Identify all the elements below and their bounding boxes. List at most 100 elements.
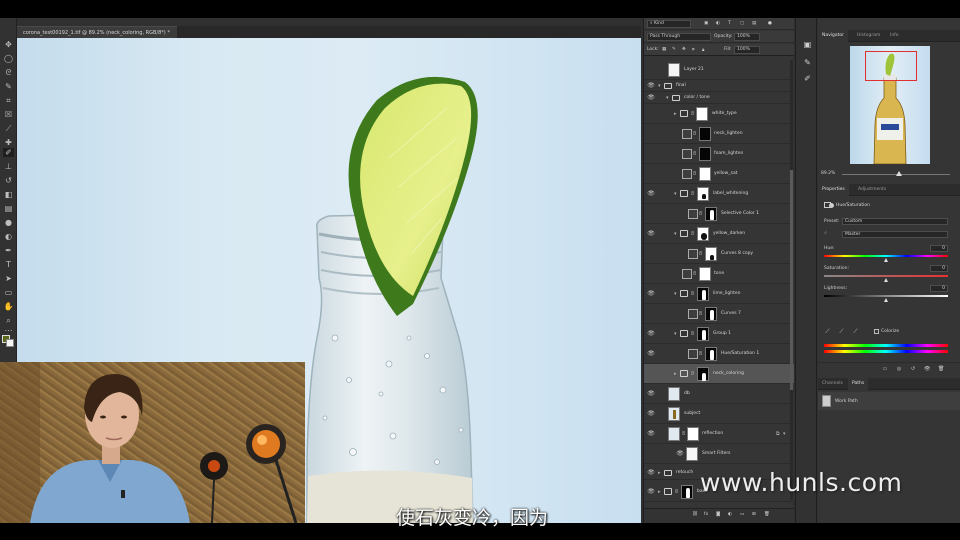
- visibility-eye-icon[interactable]: 👁︎: [647, 330, 655, 338]
- channel-select[interactable]: Master: [842, 231, 948, 238]
- hand-target-icon[interactable]: ☝: [824, 231, 827, 236]
- new-layer-icon[interactable]: ⊞: [752, 512, 756, 517]
- lock-all-icon[interactable]: 🔒︎: [702, 47, 704, 53]
- tool-presets-icon[interactable]: ✐: [803, 74, 812, 83]
- visibility-eye-icon[interactable]: 👁︎: [647, 230, 655, 238]
- navigator-view-box[interactable]: [865, 51, 917, 81]
- lightness-slider[interactable]: [824, 295, 948, 297]
- navigator-preview[interactable]: [850, 46, 930, 164]
- layer-row[interactable]: 👁︎ ▾ 8 label_whitening: [644, 184, 794, 204]
- dodge-tool-icon[interactable]: ◐: [3, 232, 14, 241]
- background-color-swatch[interactable]: [6, 339, 14, 347]
- move-tool-icon[interactable]: ✥: [3, 40, 14, 49]
- layer-row[interactable]: 👁︎ ▾ 8 Group 1: [644, 324, 794, 344]
- tab-navigator[interactable]: Navigator: [818, 30, 849, 42]
- blend-mode-select[interactable]: Pass Through: [647, 33, 711, 41]
- add-mask-icon[interactable]: ◙: [716, 512, 720, 517]
- tab-channels[interactable]: Channels: [818, 378, 847, 390]
- brush-tool-icon[interactable]: ✐: [3, 148, 14, 157]
- hand-tool-icon[interactable]: ✋: [3, 302, 14, 311]
- zoom-value[interactable]: 89.2%: [821, 171, 835, 176]
- eyedropper-minus-icon[interactable]: ⟋: [852, 328, 859, 335]
- tab-info[interactable]: Info: [886, 30, 903, 42]
- hue-slider[interactable]: [824, 255, 948, 257]
- lock-paint-icon[interactable]: ✎: [672, 47, 676, 52]
- chevron-right-icon[interactable]: ▸: [674, 371, 679, 377]
- saturation-slider-handle[interactable]: [884, 278, 888, 282]
- eyedropper-plus-icon[interactable]: ⟋: [838, 328, 845, 335]
- visibility-eye-icon[interactable]: 👁︎: [647, 410, 655, 418]
- mask-icon[interactable]: [829, 203, 834, 208]
- layer-row-selected[interactable]: ▸ 8 neck_coloring: [644, 364, 794, 384]
- layer-row[interactable]: 👁︎ Smart Filters: [644, 444, 794, 464]
- lightness-slider-handle[interactable]: [884, 298, 888, 302]
- lock-pixels-icon[interactable]: ▦: [662, 47, 666, 52]
- view-previous-icon[interactable]: ◎: [896, 366, 902, 372]
- visibility-eye-icon[interactable]: 👁︎: [676, 450, 684, 458]
- filter-toggle-icon[interactable]: ●: [768, 21, 772, 26]
- hue-slider-handle[interactable]: [884, 258, 888, 262]
- visibility-eye-icon[interactable]: 👁︎: [647, 290, 655, 298]
- brush-settings-icon[interactable]: ✎: [803, 58, 812, 67]
- colorize-checkbox[interactable]: [874, 329, 879, 334]
- tab-paths[interactable]: Paths: [848, 378, 869, 390]
- history-brush-tool-icon[interactable]: ↺: [3, 176, 14, 185]
- layer-style-icon[interactable]: fx: [704, 512, 708, 517]
- layer-row[interactable]: 👁︎ subject: [644, 404, 794, 424]
- tab-properties[interactable]: Properties: [818, 184, 849, 196]
- visibility-eye-icon[interactable]: 👁︎: [647, 488, 655, 496]
- shape-tool-icon[interactable]: ▭: [3, 288, 14, 297]
- preset-select[interactable]: Custom: [842, 218, 948, 225]
- path-item[interactable]: Work Path: [818, 392, 960, 410]
- layer-row[interactable]: 👁︎ db: [644, 384, 794, 404]
- lock-artboard-icon[interactable]: ⌗: [692, 47, 695, 53]
- reset-icon[interactable]: ↺: [910, 366, 916, 372]
- more-tools-icon[interactable]: ⋯: [3, 326, 14, 335]
- visibility-eye-icon[interactable]: 👁︎: [647, 350, 655, 358]
- layer-row[interactable]: ▸ 8 white_type: [644, 104, 794, 124]
- type-tool-icon[interactable]: T: [3, 260, 14, 269]
- visibility-eye-icon[interactable]: 👁︎: [647, 82, 655, 90]
- new-adjustment-icon[interactable]: ◐: [728, 512, 732, 517]
- lock-position-icon[interactable]: ✥: [682, 47, 686, 52]
- new-group-icon[interactable]: ▭: [740, 512, 744, 517]
- layer-row[interactable]: 8 Selective Color 1: [644, 204, 794, 224]
- zoom-tool-icon[interactable]: ⌕: [3, 316, 14, 325]
- chevron-right-icon[interactable]: ▸: [658, 489, 663, 495]
- trash-icon[interactable]: 🗑︎: [938, 366, 944, 372]
- filter-adjustment-icon[interactable]: ◐: [716, 21, 720, 26]
- chevron-down-icon[interactable]: ▾: [674, 331, 679, 337]
- chevron-down-icon[interactable]: ▾: [658, 83, 663, 89]
- filter-shape-icon[interactable]: ▢: [740, 21, 744, 26]
- healing-tool-icon[interactable]: ✚: [3, 138, 14, 147]
- clip-to-layer-icon[interactable]: ▭: [882, 366, 888, 372]
- filter-smart-object-icon[interactable]: ▤: [752, 21, 756, 26]
- layer-row[interactable]: 👁︎ ▾ 8 yellow_darken: [644, 224, 794, 244]
- layer-row[interactable]: 8 Curves 7: [644, 304, 794, 324]
- layers-list[interactable]: Layer 21 👁︎ ▾ final 👁︎ ▾ color / tone ▸ …: [644, 60, 794, 502]
- chevron-down-icon[interactable]: ▾: [674, 191, 679, 197]
- filter-pixel-icon[interactable]: ▣: [704, 21, 708, 26]
- quick-select-tool-icon[interactable]: ✎: [3, 82, 14, 91]
- stamp-tool-icon[interactable]: ⊥: [3, 162, 14, 171]
- chevron-down-icon[interactable]: ▾: [674, 231, 679, 237]
- visibility-eye-icon[interactable]: 👁︎: [924, 366, 930, 372]
- zoom-slider-handle[interactable]: [896, 171, 902, 176]
- layer-row[interactable]: 👁︎ ▾ color / tone: [644, 92, 794, 104]
- blur-tool-icon[interactable]: ●: [3, 218, 14, 227]
- visibility-eye-icon[interactable]: 👁︎: [647, 390, 655, 398]
- tab-adjustments[interactable]: Adjustments: [854, 184, 890, 196]
- filter-type-icon[interactable]: T: [728, 21, 731, 26]
- layer-row[interactable]: Layer 21: [644, 60, 794, 80]
- eyedropper-tool-icon[interactable]: ⟋: [3, 124, 14, 133]
- kind-filter-select[interactable]: ⌕ Kind: [647, 20, 691, 28]
- chevron-down-icon[interactable]: ▾: [783, 430, 787, 438]
- layer-row[interactable]: 8 Curves 8 copy: [644, 244, 794, 264]
- layer-row[interactable]: 👁︎ ▾ 8 lime_lighten: [644, 284, 794, 304]
- visibility-eye-icon[interactable]: 👁︎: [647, 94, 655, 102]
- lightness-input[interactable]: 0: [930, 285, 948, 292]
- layer-row[interactable]: 8 tone: [644, 264, 794, 284]
- layers-scrollbar[interactable]: [790, 60, 793, 500]
- chevron-down-icon[interactable]: ▾: [674, 291, 679, 297]
- layer-row[interactable]: 👁︎ 8 reflection ⧉ ▾: [644, 424, 794, 444]
